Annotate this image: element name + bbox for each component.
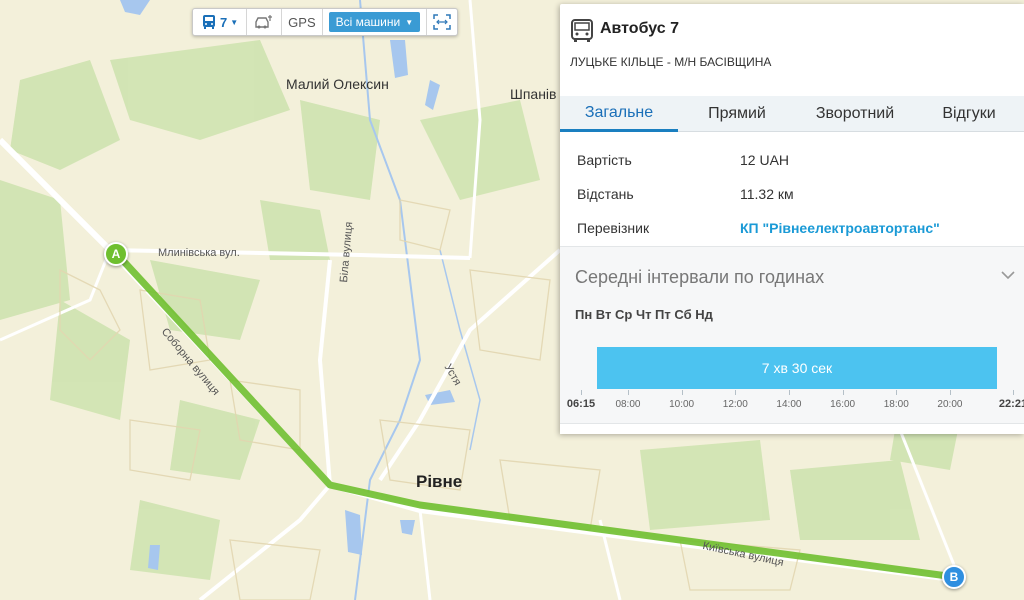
panel-tabs: Загальне Прямий Зворотний Відгуки [560,96,1024,132]
tab-reviews[interactable]: Відгуки [914,96,1024,132]
cars-gps-button[interactable] [247,9,283,35]
cars-gps-icon [255,15,273,29]
page-title: Автобус 7 [600,20,679,37]
distance-label: Відстань [577,186,634,202]
intervals-title[interactable]: Середні інтервали по годинах [575,267,824,288]
gps-button[interactable]: GPS [282,9,323,35]
map-label-rivne: Рівне [416,472,463,491]
info-row-distance: Відстань 11.32 км [560,180,1024,214]
interval-bar: 7 хв 30 сек [597,347,997,389]
map-label-maliy-oleksyn: Малий Олексин [286,76,389,92]
fit-bounds-button[interactable] [427,9,457,35]
carrier-link[interactable]: КП "Рівнеелектроавтортанс" [740,220,940,236]
axis-tick [949,390,951,395]
map-toolbar: 7 ▼ GPS Всі машини ▼ [192,8,459,36]
map-label-mlynivska: Млинівська вул. [158,247,240,259]
axis-tick [896,390,898,395]
caret-down-icon: ▼ [230,17,239,27]
intervals-section: Середні інтервали по годинах Пн Вт Ср Чт… [560,246,1024,424]
axis-tick [627,390,629,395]
carrier-label: Перевізник [577,220,650,236]
time-axis: 06:15 08:00 10:00 12:00 14:00 16:00 18:00 20:00… [567,390,1024,420]
interval-value: 7 хв 30 сек [761,360,833,376]
tab-general[interactable]: Загальне [560,96,678,132]
tab-return[interactable]: Зворотний [796,96,914,132]
route-info-panel: Автобус 7 ЛУЦЬКЕ КІЛЬЦЕ - М/Н БАСІВЩИНА … [560,4,1024,434]
axis-tick-label: 06:15 [566,398,596,410]
panel-header: Автобус 7 ЛУЦЬКЕ КІЛЬЦЕ - М/Н БАСІВЩИНА [560,4,1024,96]
all-cars-dropdown[interactable]: Всі машини ▼ [323,9,428,35]
axis-tick-label: 22:21 [998,398,1024,410]
info-row-carrier: Перевізник КП "Рівнеелектроавтортанс" [560,214,1024,248]
info-row-price: Вартість 12 UAH [560,146,1024,180]
axis-tick [842,390,844,395]
bus-icon [571,19,593,42]
map-label-shpaniv: Шпанів [510,86,557,102]
axis-tick [735,390,737,395]
route-direction-subtitle: ЛУЦЬКЕ КІЛЬЦЕ - М/Н БАСІВЩИНА [570,55,772,69]
price-value: 12 UAH [740,152,790,168]
all-cars-label: Всі машини [335,15,401,29]
axis-tick-label: 20:00 [937,399,963,410]
caret-down-icon: ▼ [405,17,414,27]
axis-tick-label: 18:00 [883,399,909,410]
axis-tick [788,390,790,395]
axis-tick [1013,390,1014,395]
days-of-week: Пн Вт Ср Чт Пт Сб Нд [575,307,713,322]
route-end-marker[interactable]: B [942,565,966,589]
distance-value: 11.32 км [740,186,794,202]
tab-forward[interactable]: Прямий [678,96,796,132]
axis-tick [681,390,683,395]
axis-tick-label: 16:00 [830,399,856,410]
route-select-button[interactable]: 7 ▼ [193,9,248,35]
bus-icon [203,15,215,29]
route-info-list: Вартість 12 UAH Відстань 11.32 км Переві… [560,146,1024,248]
fit-bounds-icon [433,14,451,30]
price-label: Вартість [577,152,632,168]
route-start-marker[interactable]: A [104,242,128,266]
route-number: 7 [220,14,228,30]
axis-tick-label: 12:00 [722,399,748,410]
axis-tick-label: 10:00 [669,399,695,410]
axis-tick-label: 14:00 [776,399,802,410]
axis-tick [581,390,582,395]
axis-tick-label: 08:00 [615,399,641,410]
chevron-down-icon[interactable] [1000,269,1016,281]
